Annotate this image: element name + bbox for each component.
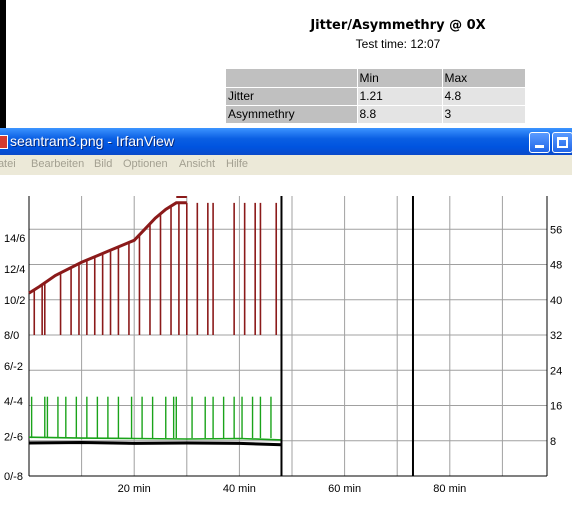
max-value: 3 <box>442 105 526 124</box>
y-tick-left: 10/2 <box>4 295 25 307</box>
table-header-cell: Min <box>357 69 443 88</box>
menu-hilfe[interactable]: Hilfe <box>226 158 248 170</box>
y-tick-left: 14/6 <box>4 233 25 245</box>
menu-optionen[interactable]: Optionen <box>123 158 168 170</box>
maximize-button[interactable] <box>552 132 572 153</box>
y-tick-left: 8/0 <box>4 330 19 342</box>
table-row: Jitter 1.21 4.8 <box>226 87 526 106</box>
jitter-chart: 14/6 12/4 10/2 8/0 6/-2 4/-4 2/-6 0/-8 56 48 40 32 2… <box>4 196 562 495</box>
y-tick-right: 40 <box>550 295 562 307</box>
menu-bar: Datei Bearbeiten Bild Optionen Ansicht H… <box>0 155 572 175</box>
table-header-cell <box>226 69 358 88</box>
maximize-icon <box>557 137 568 148</box>
row-label: Jitter <box>226 87 358 106</box>
max-value: 4.8 <box>442 87 526 106</box>
y-tick-right: 56 <box>550 224 562 236</box>
minimize-button[interactable] <box>529 132 550 153</box>
x-tick: 60 min <box>328 483 361 495</box>
minimize-icon <box>535 145 544 148</box>
table-header-row: Min Max <box>226 69 526 88</box>
baseline-line <box>28 440 282 447</box>
y-tick-left: 12/4 <box>4 264 25 276</box>
stats-table: Min Max Jitter 1.21 4.8 Asymmethry 8.8 3 <box>226 69 526 124</box>
table-header-cell: Max <box>442 69 526 88</box>
x-tick: 20 min <box>118 483 151 495</box>
menu-ansicht[interactable]: Ansicht <box>179 158 215 170</box>
y-tick-right: 8 <box>550 436 556 448</box>
menu-bearbeiten[interactable]: Bearbeiten <box>31 158 84 170</box>
y-tick-left: 4/-4 <box>4 396 23 408</box>
menu-datei[interactable]: Datei <box>0 158 16 170</box>
window-titlebar[interactable]: seantram3.png - IrfanView <box>0 128 572 155</box>
x-tick: 40 min <box>223 483 256 495</box>
irfanview-icon <box>0 135 8 149</box>
image-canvas: 14/6 12/4 10/2 8/0 6/-2 4/-4 2/-6 0/-8 56 48 40 32 2… <box>0 176 572 528</box>
window-title: seantram3.png - IrfanView <box>10 133 174 149</box>
y-tick-right: 32 <box>550 330 562 342</box>
y-tick-right: 16 <box>550 401 562 413</box>
y-tick-left: 0/-8 <box>4 471 23 483</box>
asym-line <box>28 436 282 441</box>
report-title: Jitter/Asymmethry @ 0X <box>310 18 486 33</box>
y-tick-left: 6/-2 <box>4 361 23 373</box>
row-label: Asymmethry <box>226 105 358 124</box>
y-tick-left: 2/-6 <box>4 431 23 443</box>
x-tick: 80 min <box>433 483 466 495</box>
min-value: 1.21 <box>357 87 443 106</box>
y-tick-right: 48 <box>550 260 562 272</box>
min-value: 8.8 <box>357 105 443 124</box>
menu-bild[interactable]: Bild <box>94 158 112 170</box>
test-time: Test time: 12:07 <box>355 37 441 51</box>
table-row: Asymmethry 8.8 3 <box>226 105 526 124</box>
y-tick-right: 24 <box>550 365 562 377</box>
background-window-edge <box>0 0 6 128</box>
jitter-line <box>28 201 187 295</box>
